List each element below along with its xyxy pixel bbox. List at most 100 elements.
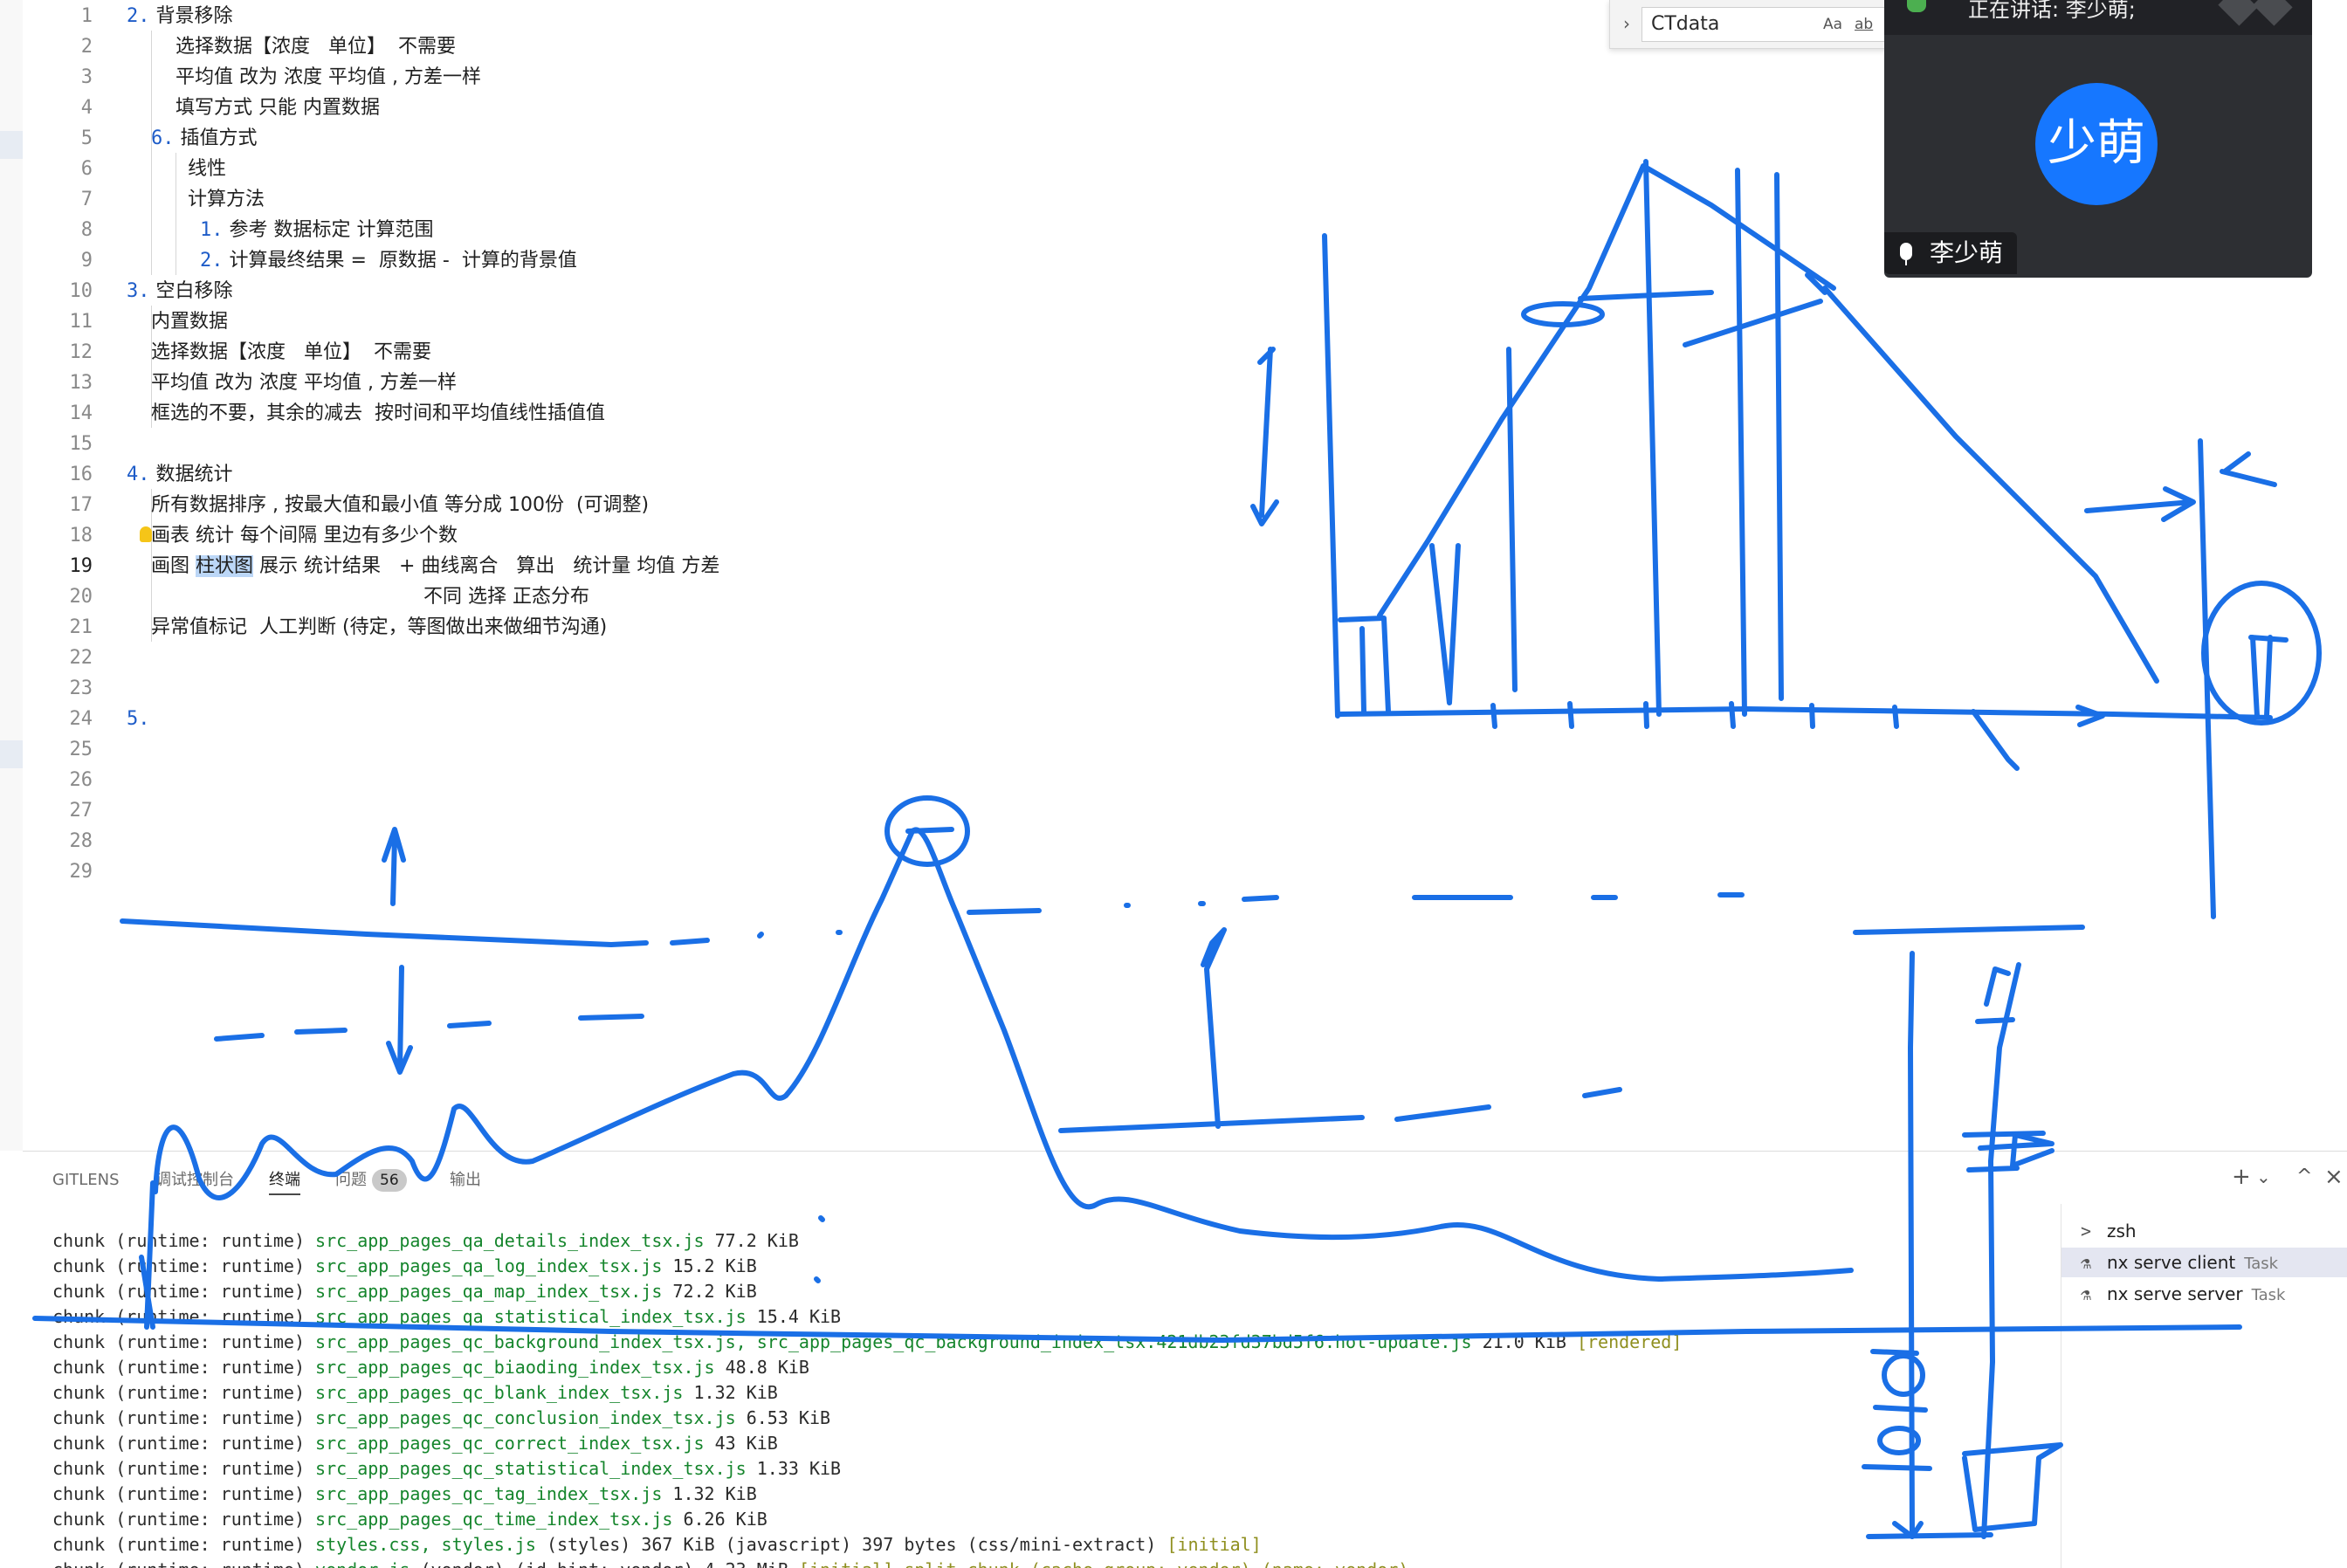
line-number: 21	[69, 616, 93, 638]
line-number-active: 19	[69, 555, 93, 577]
find-widget: › CTdata Aa ab	[1609, 0, 1922, 49]
terminal-line-tag: [initial]	[1156, 1534, 1262, 1555]
terminal-line-file: src_app_pages_qc_correct_index_tsx.js	[315, 1433, 705, 1454]
line-number: 14	[69, 402, 93, 424]
maximize-panel-button[interactable]: ^	[2296, 1164, 2312, 1190]
terminal-line-rest: (vendor) (id hint: vendor) 4.23 MiB	[410, 1559, 788, 1568]
line-number: 13	[69, 372, 93, 394]
tab-output[interactable]: 输出	[450, 1167, 481, 1193]
microphone-icon	[1907, 0, 1926, 12]
window-control-icon[interactable]	[2253, 0, 2293, 26]
code-line-11[interactable]: 内置数据	[151, 306, 228, 337]
terminal-line-file: src_app_pages_qa_map_index_tsx.js	[315, 1281, 663, 1302]
indent-guide	[151, 31, 152, 122]
line-number: 24	[69, 708, 93, 730]
terminal-line-file: src_app_pages_qc_statistical_index_tsx.j…	[315, 1458, 747, 1479]
terminal-line: chunk (runtime: runtime) vendor.js (vend…	[52, 1558, 1408, 1568]
code-line-7[interactable]: 计算方法	[188, 184, 265, 215]
code-line-9[interactable]: 2. 计算最终结果 = 原数据 - 计算的背景值	[200, 245, 577, 276]
code-line-13[interactable]: 平均值 改为 浓度 平均值 , 方差一样	[151, 368, 457, 398]
code-line-2[interactable]: 选择数据【浓度 单位】 不需要	[176, 31, 456, 62]
tab-problems[interactable]: 问题 56	[335, 1167, 407, 1193]
add-terminal-button[interactable]: +	[2232, 1164, 2251, 1190]
code-line-14[interactable]: 框选的不要，其余的减去 按时间和平均值线性插值值	[151, 398, 605, 429]
code-line-24[interactable]: 5.	[127, 704, 150, 734]
line-number: 6	[80, 158, 93, 180]
terminal-line-prefix: chunk (runtime: runtime)	[52, 1433, 316, 1454]
strip-marker	[0, 131, 23, 159]
terminal-line: chunk (runtime: runtime) src_app_pages_q…	[52, 1254, 757, 1279]
terminal-line-rest: 15.2 KiB	[662, 1255, 757, 1276]
terminal-line: chunk (runtime: runtime) src_app_pages_q…	[52, 1456, 841, 1482]
code-line-20[interactable]: 不同 选择 正态分布	[423, 581, 589, 612]
whole-word-button[interactable]: ab	[1855, 9, 1873, 40]
terminal-icon: >	[2081, 1221, 2092, 1241]
code-line-12[interactable]: 选择数据【浓度 单位】 不需要	[151, 337, 431, 368]
code-text: 插值方式	[180, 127, 258, 149]
line-number: 23	[69, 677, 93, 699]
terminal-output[interactable]: chunk (runtime: runtime) src_app_pages_q…	[52, 1228, 2061, 1568]
match-case-button[interactable]: Aa	[1823, 9, 1842, 40]
code-line-1[interactable]: 2. 背景移除	[127, 1, 233, 31]
code-text: 计算最终结果 = 原数据 - 计算的背景值	[229, 250, 577, 272]
terminal-item-client[interactable]: ⚗ nx serve client Task	[2061, 1248, 2347, 1277]
editor[interactable]: 1 2 3 4 5 6 7 8 9 10 11 12 13 14 15 16 1…	[0, 0, 2347, 1151]
code-line-6[interactable]: 线性	[188, 154, 226, 184]
code-line-17[interactable]: 所有数据排序 , 按最大值和最小值 等分成 100份 (可调整)	[151, 490, 649, 520]
terminal-line: chunk (runtime: runtime) src_app_pages_q…	[52, 1330, 1682, 1355]
terminal-line-rest: 15.4 KiB	[746, 1306, 842, 1327]
list-marker: 1.	[200, 219, 224, 241]
list-marker: 2.	[127, 5, 150, 27]
strip-marker	[0, 740, 23, 768]
code-text: 画表 统计 每个间隔 里边有多少个数	[151, 525, 458, 547]
terminal-item-kind: Task	[2244, 1255, 2279, 1273]
terminal-line: chunk (runtime: runtime) styles.css, sty…	[52, 1532, 1262, 1558]
meeting-header: 正在讲话: 李少萌;	[1884, 0, 2312, 35]
tab-terminal[interactable]: 终端	[269, 1167, 300, 1195]
line-number: 29	[69, 861, 93, 883]
close-panel-button[interactable]: ×	[2324, 1164, 2344, 1190]
line-number: 9	[80, 250, 93, 272]
terminal-list: > zsh ⚗ nx serve client Task ⚗ nx serve serv…	[2061, 1204, 2347, 1568]
code-line-16[interactable]: 4. 数据统计	[127, 459, 233, 490]
terminal-line-file: src_app_pages_qc_biaoding_index_tsx.js	[315, 1357, 715, 1378]
line-number: 3	[80, 66, 93, 88]
terminal-line-prefix: chunk (runtime: runtime)	[52, 1230, 316, 1251]
terminal-line-prefix: chunk (runtime: runtime)	[52, 1534, 316, 1555]
terminal-line-file: src_app_pages_qa_log_index_tsx.js	[315, 1255, 663, 1276]
window-control-icon[interactable]	[2218, 0, 2258, 26]
chevron-right-icon[interactable]: ›	[1617, 10, 1636, 37]
line-number: 27	[69, 800, 93, 822]
code-line-3[interactable]: 平均值 改为 浓度 平均值 , 方差一样	[176, 62, 481, 93]
terminal-item-zsh[interactable]: > zsh	[2081, 1216, 2137, 1246]
terminal-item-label: zsh	[2107, 1221, 2137, 1241]
code-line-10[interactable]: 3. 空白移除	[127, 276, 233, 306]
line-number: 2	[80, 36, 93, 58]
code-line-4[interactable]: 填写方式 只能 内置数据	[176, 93, 380, 123]
panel-tabs: GITLENS 调试控制台 终端 问题 56 输出 + ⌄ ^ ×	[23, 1152, 2347, 1204]
line-number: 5	[80, 127, 93, 149]
terminal-line-prefix: chunk (runtime: runtime)	[52, 1331, 316, 1352]
line-number: 17	[69, 494, 93, 516]
chevron-down-icon[interactable]: ⌄	[2256, 1164, 2271, 1190]
code-line-8[interactable]: 1. 参考 数据标定 计算范围	[200, 215, 434, 245]
terminal-item-server[interactable]: ⚗ nx serve server Task	[2081, 1279, 2285, 1309]
code-text: 参考 数据标定 计算范围	[229, 219, 434, 241]
lightbulb-icon[interactable]	[140, 526, 152, 542]
terminal-line-rest: 43 KiB	[704, 1433, 778, 1454]
avatar: 少萌	[2035, 83, 2158, 205]
code-line-21[interactable]: 异常值标记 人工判断 (待定，等图做出来做细节沟通)	[151, 612, 607, 643]
code-line-5[interactable]: 6. 插值方式	[151, 123, 258, 154]
tab-debug-console[interactable]: 调试控制台	[155, 1167, 234, 1193]
code-line-18[interactable]: 画表 统计 每个间隔 里边有多少个数	[140, 520, 458, 551]
terminal-line-prefix: chunk (runtime: runtime)	[52, 1357, 316, 1378]
list-marker: 4.	[127, 464, 150, 485]
tab-gitlens[interactable]: GITLENS	[52, 1167, 120, 1193]
microphone-icon	[1900, 243, 1912, 265]
code-text: 背景移除	[155, 5, 233, 27]
terminal-line-prefix: chunk (runtime: runtime)	[52, 1458, 316, 1479]
terminal-line: chunk (runtime: runtime) src_app_pages_q…	[52, 1304, 841, 1330]
meeting-window: 正在讲话: 李少萌; 少萌 李少萌	[1884, 0, 2312, 278]
code-line-19[interactable]: 画图 柱状图 展示 统计结果 + 曲线离合 算出 统计量 均值 方差	[151, 551, 719, 581]
terminal-item-label: nx serve server	[2107, 1283, 2243, 1304]
